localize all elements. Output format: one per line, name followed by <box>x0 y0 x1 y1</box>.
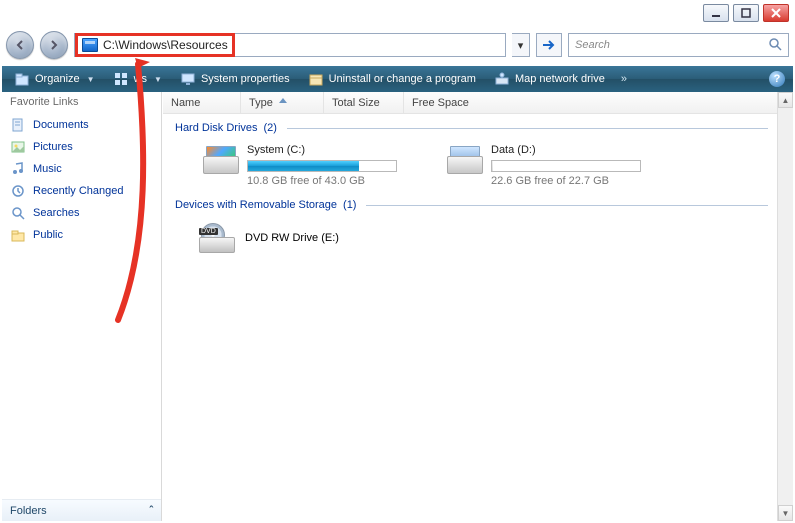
minimize-button[interactable] <box>703 4 729 22</box>
drive-list: System (C:) 10.8 GB free of 43.0 GB Data… <box>175 134 781 191</box>
views-menu[interactable]: ws ▼ <box>105 68 170 90</box>
chevron-down-icon: ▼ <box>154 75 162 84</box>
sidebar-item-label: Music <box>33 163 62 175</box>
address-dropdown[interactable]: ▾ <box>512 33 530 57</box>
address-extra-space[interactable] <box>235 33 505 57</box>
close-button[interactable] <box>763 4 789 22</box>
views-label: ws <box>134 73 147 85</box>
vertical-scrollbar[interactable]: ▲ ▼ <box>777 92 793 521</box>
dvd-badge: DVD <box>199 228 218 235</box>
documents-icon <box>10 117 26 133</box>
sidebar-item-label: Public <box>33 229 63 241</box>
search-icon <box>768 37 782 54</box>
sidebar-item-searches[interactable]: Searches <box>10 202 161 224</box>
drive-name: Data (D:) <box>491 144 641 156</box>
chevron-down-icon: ▼ <box>87 75 95 84</box>
sidebar-item-label: Documents <box>33 119 89 131</box>
divider <box>366 205 768 206</box>
command-toolbar: Organize ▼ ws ▼ System properties Uninst… <box>2 66 793 92</box>
searches-icon <box>10 205 26 221</box>
organize-icon <box>14 71 30 87</box>
music-icon <box>10 161 26 177</box>
group-removable-storage: Devices with Removable Storage (1) ˆ DVD… <box>163 191 793 253</box>
drive-free-text: 10.8 GB free of 43.0 GB <box>247 175 397 187</box>
folders-label: Folders <box>10 505 47 517</box>
map-drive-label: Map network drive <box>515 73 605 85</box>
forward-button[interactable] <box>40 31 68 59</box>
drive-free-text: 22.6 GB free of 22.7 GB <box>491 175 641 187</box>
sidebar-item-documents[interactable]: Documents <box>10 114 161 136</box>
address-path: C:\Windows\Resources <box>103 38 228 52</box>
sidebar-item-label: Searches <box>33 207 79 219</box>
col-name[interactable]: Name <box>163 92 241 113</box>
sidebar-item-label: Pictures <box>33 141 73 153</box>
help-button[interactable]: ? <box>769 71 785 87</box>
back-button[interactable] <box>6 31 34 59</box>
sidebar-item-music[interactable]: Music <box>10 158 161 180</box>
organize-label: Organize <box>35 73 80 85</box>
group-title: Devices with Removable Storage <box>175 199 337 211</box>
removable-item-dvd[interactable]: DVD DVD RW Drive (E:) <box>175 211 781 253</box>
favorite-links-list: Documents Pictures Music Recently Change… <box>2 112 161 246</box>
drive-item-d[interactable]: Data (D:) 22.6 GB free of 22.7 GB <box>447 144 641 187</box>
map-network-drive-button[interactable]: Map network drive <box>486 68 613 90</box>
group-count: (2) <box>264 122 277 134</box>
drive-name: System (C:) <box>247 144 397 156</box>
search-box[interactable]: Search <box>568 33 789 57</box>
uninstall-label: Uninstall or change a program <box>329 73 476 85</box>
scroll-down-button[interactable]: ▼ <box>778 505 793 521</box>
group-header-hdd[interactable]: Hard Disk Drives (2) ˆ <box>175 122 781 134</box>
system-properties-label: System properties <box>201 73 290 85</box>
go-button[interactable] <box>536 33 562 57</box>
box-icon <box>308 71 324 87</box>
toolbar-overflow[interactable]: » <box>615 73 633 85</box>
folders-toggle[interactable]: Folders ˆ <box>2 499 161 521</box>
content-area: Name Type Total Size Free Space Hard Dis… <box>163 92 793 521</box>
sidebar-item-public[interactable]: Public <box>10 224 161 246</box>
monitor-icon <box>180 71 196 87</box>
search-placeholder: Search <box>575 39 610 51</box>
column-header: Name Type Total Size Free Space <box>163 92 793 114</box>
col-type[interactable]: Type <box>241 92 324 113</box>
sidebar-item-label: Recently Changed <box>33 185 124 197</box>
drive-icon <box>203 144 239 174</box>
sidebar-item-pictures[interactable]: Pictures <box>10 136 161 158</box>
dvd-drive-icon: DVD <box>199 223 235 253</box>
scroll-up-button[interactable]: ▲ <box>778 92 793 108</box>
system-properties-button[interactable]: System properties <box>172 68 298 90</box>
window-controls <box>703 4 789 22</box>
address-bar[interactable]: C:\Windows\Resources <box>74 33 506 57</box>
drive-icon <box>447 144 483 174</box>
network-drive-icon <box>494 71 510 87</box>
chevron-up-icon: ˆ <box>149 505 153 517</box>
favorite-links-header: Favorite Links <box>2 92 161 112</box>
recent-icon <box>10 183 26 199</box>
col-free-space[interactable]: Free Space <box>404 92 793 113</box>
sidebar: Favorite Links Documents Pictures Music … <box>2 92 162 521</box>
divider <box>287 128 768 129</box>
group-header-removable[interactable]: Devices with Removable Storage (1) ˆ <box>175 199 781 211</box>
maximize-button[interactable] <box>733 4 759 22</box>
group-count: (1) <box>343 199 356 211</box>
organize-menu[interactable]: Organize ▼ <box>6 68 103 90</box>
computer-icon <box>82 38 98 52</box>
group-hard-disk-drives: Hard Disk Drives (2) ˆ System (C:) 10.8 … <box>163 114 793 191</box>
public-folder-icon <box>10 227 26 243</box>
group-title: Hard Disk Drives <box>175 122 258 134</box>
navigation-bar: C:\Windows\Resources ▾ Search <box>6 28 789 62</box>
uninstall-program-button[interactable]: Uninstall or change a program <box>300 68 484 90</box>
views-icon <box>113 71 129 87</box>
removable-name: DVD RW Drive (E:) <box>245 232 339 244</box>
sidebar-item-recent[interactable]: Recently Changed <box>10 180 161 202</box>
col-total-size[interactable]: Total Size <box>324 92 404 113</box>
drive-item-c[interactable]: System (C:) 10.8 GB free of 43.0 GB <box>203 144 397 187</box>
usage-bar <box>247 160 397 172</box>
usage-bar <box>491 160 641 172</box>
address-highlight[interactable]: C:\Windows\Resources <box>75 33 235 57</box>
pictures-icon <box>10 139 26 155</box>
